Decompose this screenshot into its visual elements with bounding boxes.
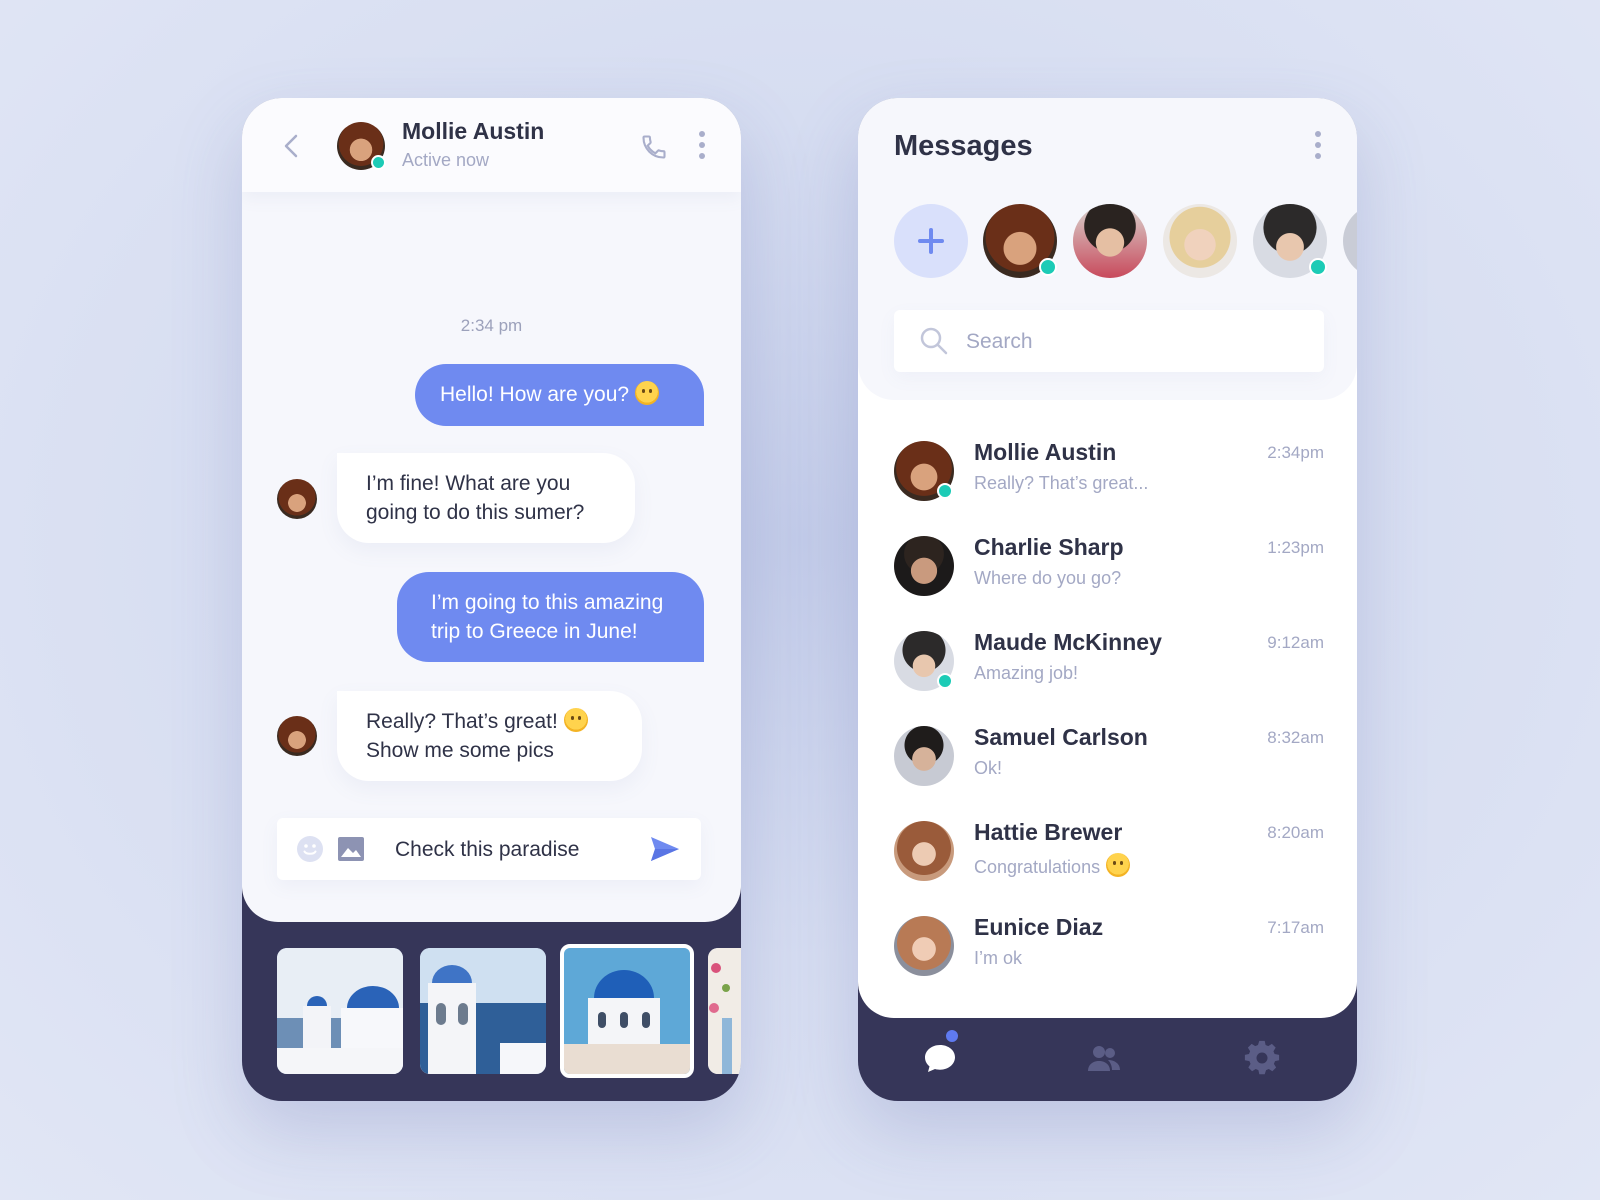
more-options-icon[interactable] <box>1314 131 1322 161</box>
online-indicator <box>937 673 953 689</box>
story-avatar[interactable] <box>1163 204 1237 278</box>
messages-panel: Messages Search Mollie Austin Really? Th… <box>858 98 1357 1018</box>
page-title: Messages <box>894 130 1033 162</box>
message-time: 1:23pm <box>1267 538 1324 557</box>
contacts-icon <box>1088 1046 1120 1071</box>
message-bubble-incoming: Really? That’s great! Show me some pics <box>337 691 642 781</box>
contact-name: Charlie Sharp <box>974 534 1124 560</box>
message-preview: I’m ok <box>974 948 1023 968</box>
contact-name: Hattie Brewer <box>974 819 1123 845</box>
message-line: going to do this sumer? <box>366 501 585 524</box>
message-bubble-outgoing: I’m going to this amazing trip to Greece… <box>397 572 704 662</box>
message-time: 9:12am <box>1267 633 1324 652</box>
send-icon[interactable] <box>649 835 681 863</box>
story-avatar[interactable] <box>1253 204 1327 278</box>
more-options-icon[interactable] <box>698 131 706 161</box>
flower-street-photo <box>708 948 741 1074</box>
message-line: I’m going to this amazing <box>431 591 664 614</box>
messages-screen: Messages Search Mollie Austin Really? Th… <box>858 98 1357 1101</box>
message-text: Hello! How are you? <box>440 383 630 406</box>
photo-thumbnail[interactable] <box>420 948 546 1074</box>
message-time: 8:20am <box>1267 823 1324 842</box>
avatar <box>894 441 954 501</box>
nav-contacts[interactable] <box>1086 1040 1122 1076</box>
attach-image-icon[interactable] <box>338 837 364 861</box>
nav-chats[interactable] <box>922 1028 960 1076</box>
plus-icon-stroke <box>929 228 933 254</box>
message-composer <box>277 818 701 880</box>
conversation-item[interactable]: Maude McKinney Amazing job! 9:12am <box>894 625 1324 695</box>
santorini-churches-photo <box>277 948 403 1074</box>
contact-avatar[interactable] <box>337 122 386 170</box>
contact-avatar-small <box>277 716 317 756</box>
contact-name: Eunice Diaz <box>974 914 1104 940</box>
blue-dome-photo <box>564 948 690 1074</box>
story-avatar[interactable] <box>1073 204 1147 278</box>
nav-settings[interactable] <box>1244 1040 1280 1076</box>
photo-thumbnail-selected[interactable] <box>560 944 694 1078</box>
message-line: Show me some pics <box>366 739 554 762</box>
online-indicator <box>371 155 386 170</box>
winking-emoji-icon <box>563 708 588 732</box>
message-bubble-outgoing: Hello! How are you? <box>415 364 704 426</box>
back-arrow-icon[interactable] <box>282 133 300 159</box>
bell-tower-photo <box>420 948 546 1074</box>
contact-avatar-small <box>277 479 317 519</box>
online-indicator <box>1309 258 1327 276</box>
online-indicator <box>937 483 953 499</box>
contact-name: Mollie Austin <box>402 118 545 144</box>
smiling-emoji-icon <box>635 381 660 405</box>
unread-badge <box>944 1028 960 1044</box>
message-preview: Amazing job! <box>974 663 1079 683</box>
message-preview: Where do you go? <box>974 568 1122 588</box>
add-contact-button[interactable] <box>894 204 968 278</box>
message-preview: Congratulations <box>974 853 1131 878</box>
message-line: I’m fine! What are you <box>366 472 571 495</box>
message-preview: Ok! <box>974 758 1003 778</box>
chat-timestamp: 2:34 pm <box>460 316 523 335</box>
chat-panel: Mollie Austin Active now 2:34 pm Hello! … <box>242 98 741 922</box>
message-bubble-incoming: I’m fine! What are you going to do this … <box>337 453 635 543</box>
message-time: 2:34pm <box>1267 443 1324 462</box>
photo-thumbnail[interactable] <box>277 948 403 1074</box>
chat-header: Mollie Austin Active now <box>242 98 741 192</box>
conversation-item[interactable]: Mollie Austin Really? That’s great... 2:… <box>894 435 1324 505</box>
message-time: 8:32am <box>1267 728 1324 747</box>
photo-thumbnail[interactable] <box>708 948 741 1074</box>
chat-bubble-icon <box>925 1045 955 1072</box>
chat-screen: Mollie Austin Active now 2:34 pm Hello! … <box>242 98 741 1101</box>
story-avatar[interactable] <box>1343 204 1357 278</box>
message-preview: Really? That’s great... <box>974 473 1149 493</box>
emoji-picker-icon[interactable] <box>296 835 324 863</box>
search-icon <box>920 327 948 355</box>
phone-call-icon[interactable] <box>640 133 668 161</box>
conversation-item[interactable]: Hattie Brewer Congratulations 8:20am <box>894 815 1324 885</box>
online-indicator <box>1039 258 1057 276</box>
conversation-item[interactable]: Charlie Sharp Where do you go? 1:23pm <box>894 530 1324 600</box>
message-preview-text: Congratulations <box>974 857 1101 877</box>
message-input[interactable] <box>393 831 647 869</box>
messages-header: Messages <box>858 98 1357 400</box>
contact-name: Samuel Carlson <box>974 724 1148 750</box>
conversation-item[interactable]: Samuel Carlson Ok! 8:32am <box>894 720 1324 790</box>
settings-gear-icon <box>1244 1040 1280 1075</box>
contact-name: Maude McKinney <box>974 629 1162 655</box>
message-line: Really? That’s great! <box>366 710 558 733</box>
avatar <box>894 536 954 596</box>
contact-status: Active now <box>402 150 490 170</box>
avatar <box>894 631 954 691</box>
search-input[interactable] <box>964 323 1298 361</box>
conversation-item[interactable]: Eunice Diaz I’m ok 7:17am <box>894 910 1324 980</box>
avatar <box>894 726 954 786</box>
avatar <box>894 821 954 881</box>
avatar <box>894 916 954 976</box>
message-line: trip to Greece in June! <box>431 620 638 643</box>
story-avatar[interactable] <box>983 204 1057 278</box>
contact-name: Mollie Austin <box>974 439 1117 465</box>
winking-emoji-icon <box>1106 853 1131 877</box>
search-bar <box>894 310 1324 372</box>
message-time: 7:17am <box>1267 918 1324 937</box>
